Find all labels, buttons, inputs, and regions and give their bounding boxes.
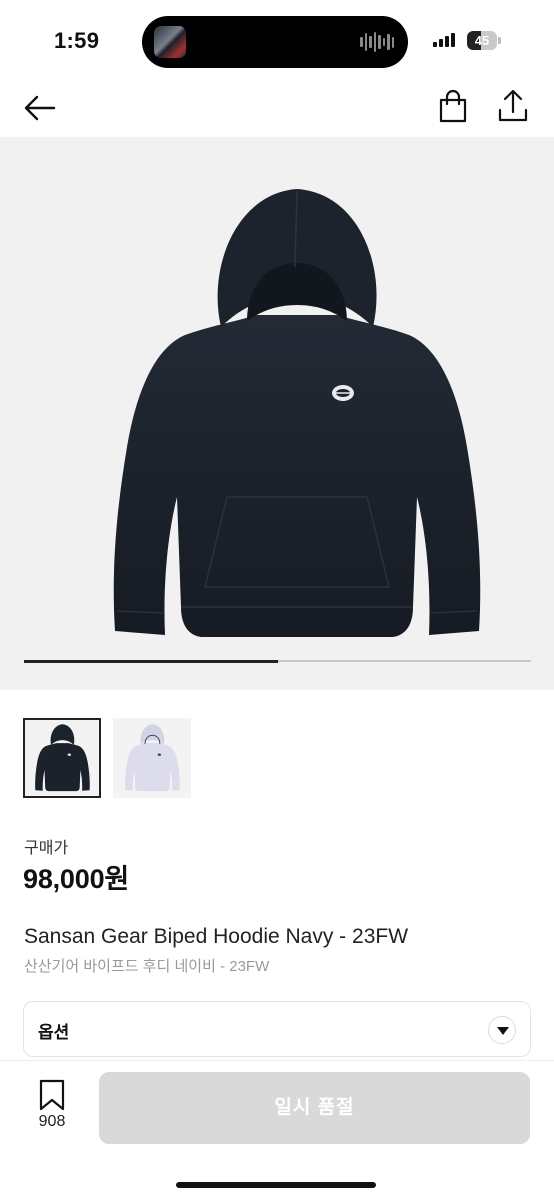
cellular-signal-icon bbox=[433, 33, 455, 47]
bookmark-count: 908 bbox=[38, 1113, 66, 1130]
bookmark-icon bbox=[39, 1079, 65, 1111]
cart-button[interactable] bbox=[436, 88, 470, 124]
status-time: 1:59 bbox=[54, 28, 100, 53]
hoodie-product-image bbox=[113, 189, 481, 637]
shopping-bag-icon bbox=[439, 89, 467, 123]
share-button[interactable] bbox=[496, 88, 530, 124]
hoodie-thumbnail-navy bbox=[35, 724, 90, 792]
battery-level: 45 bbox=[474, 33, 490, 48]
back-button[interactable] bbox=[22, 90, 58, 126]
sold-out-button[interactable]: 일시 품절 bbox=[99, 1072, 530, 1144]
price-label: 구매가 bbox=[24, 840, 69, 857]
hoodie-thumbnail-lavender bbox=[125, 724, 180, 792]
option-dropdown-toggle[interactable] bbox=[488, 1016, 516, 1044]
option-selector[interactable]: 옵션 bbox=[23, 1001, 531, 1057]
price-value: 98,000원 bbox=[23, 864, 130, 894]
now-playing-artwork bbox=[154, 26, 186, 58]
thumbnail-navy[interactable] bbox=[23, 718, 101, 798]
home-indicator[interactable] bbox=[176, 1182, 376, 1188]
option-label: 옵션 bbox=[38, 1023, 70, 1042]
bottom-action-bar: 908 일시 품절 bbox=[0, 1060, 554, 1200]
gallery-progress-track bbox=[24, 659, 531, 663]
status-bar: 1:59 45 bbox=[0, 0, 554, 76]
share-icon bbox=[498, 89, 528, 122]
audio-waveform-icon bbox=[360, 32, 394, 52]
arrow-left-icon bbox=[24, 95, 56, 121]
product-name-korean: 산산기어 바이프드 후디 네이비 - 23FW bbox=[24, 958, 270, 975]
gallery-progress-fill bbox=[24, 659, 278, 663]
product-name-english: Sansan Gear Biped Hoodie Navy - 23FW bbox=[24, 925, 409, 948]
top-navigation bbox=[0, 80, 554, 136]
dynamic-island[interactable] bbox=[142, 16, 408, 68]
product-image-gallery[interactable] bbox=[0, 137, 554, 690]
battery-icon: 45 bbox=[467, 31, 501, 50]
caret-down-icon bbox=[497, 1027, 509, 1035]
bookmark-button[interactable]: 908 bbox=[30, 1079, 74, 1135]
thumbnail-lavender[interactable] bbox=[113, 718, 191, 798]
thumbnail-strip bbox=[23, 718, 191, 798]
